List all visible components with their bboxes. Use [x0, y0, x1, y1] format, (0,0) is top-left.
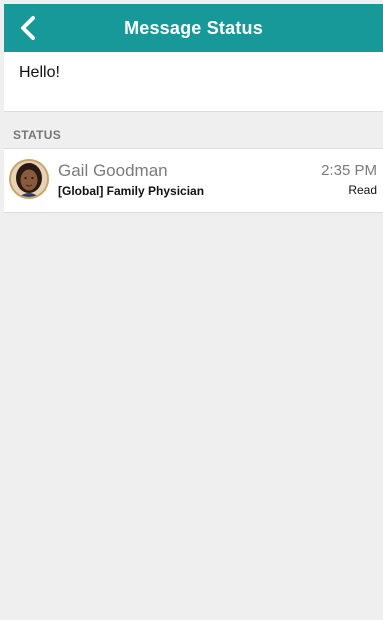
chevron-left-icon [21, 16, 35, 40]
message-body: Hello! [4, 52, 383, 112]
recipient-name: Gail Goodman [58, 161, 168, 180]
section-label-status: STATUS [13, 128, 62, 142]
message-text: Hello! [19, 64, 60, 81]
message-status-screen: Message Status Hello! STATUS Gail Goodma… [4, 4, 383, 620]
read-status: Read [348, 183, 377, 197]
recipient-role: [Global] Family Physician [58, 184, 205, 198]
page-title: Message Status [124, 18, 263, 38]
back-button[interactable] [12, 12, 44, 44]
header-bar: Message Status [4, 4, 383, 52]
recipient-row[interactable]: Gail Goodman [Global] Family Physician 2… [4, 148, 383, 213]
avatar [9, 159, 49, 199]
avatar-image [11, 161, 47, 197]
status-time: 2:35 PM [321, 162, 377, 179]
